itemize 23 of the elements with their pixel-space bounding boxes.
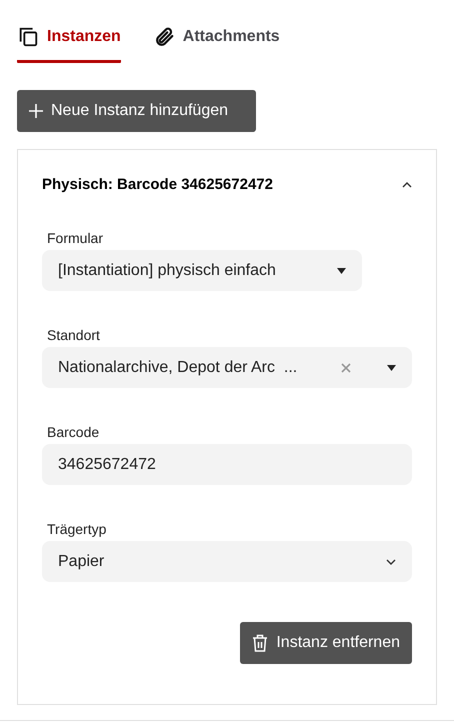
dropdown-arrow-icon <box>337 268 346 274</box>
remove-instance-button[interactable]: Instanz entfernen <box>240 622 412 664</box>
chevron-down-icon[interactable] <box>386 558 396 564</box>
chevron-up-icon[interactable] <box>402 182 412 188</box>
select-field[interactable]: Nationalarchive, Depot der Arc ... <box>42 347 412 388</box>
add-instance-button[interactable]: Neue Instanz hinzufügen <box>17 90 256 132</box>
field-label: Standort <box>46 327 101 343</box>
barcode-input[interactable]: 34625672472 <box>42 444 412 485</box>
clear-icon[interactable] <box>341 362 351 372</box>
tab-label[interactable]: Attachments <box>182 28 280 46</box>
dropdown-arrow-icon <box>387 364 396 370</box>
copy-icon <box>17 26 39 48</box>
tab-label[interactable]: Instanzen <box>47 28 121 46</box>
instance-title: Physisch: Barcode 34625672472 <box>42 176 273 193</box>
field-label: Formular <box>46 230 104 246</box>
tab[interactable]: Instanzen <box>17 26 121 63</box>
plus-icon <box>29 104 43 118</box>
select-field[interactable]: [Instantiation] physisch einfach <box>42 250 362 291</box>
select-field[interactable]: Papier <box>42 541 412 582</box>
trash-icon <box>252 634 268 652</box>
field-label: Barcode <box>46 424 100 440</box>
field-label: Trägertyp <box>46 521 108 537</box>
tab[interactable]: Attachments <box>152 26 280 63</box>
